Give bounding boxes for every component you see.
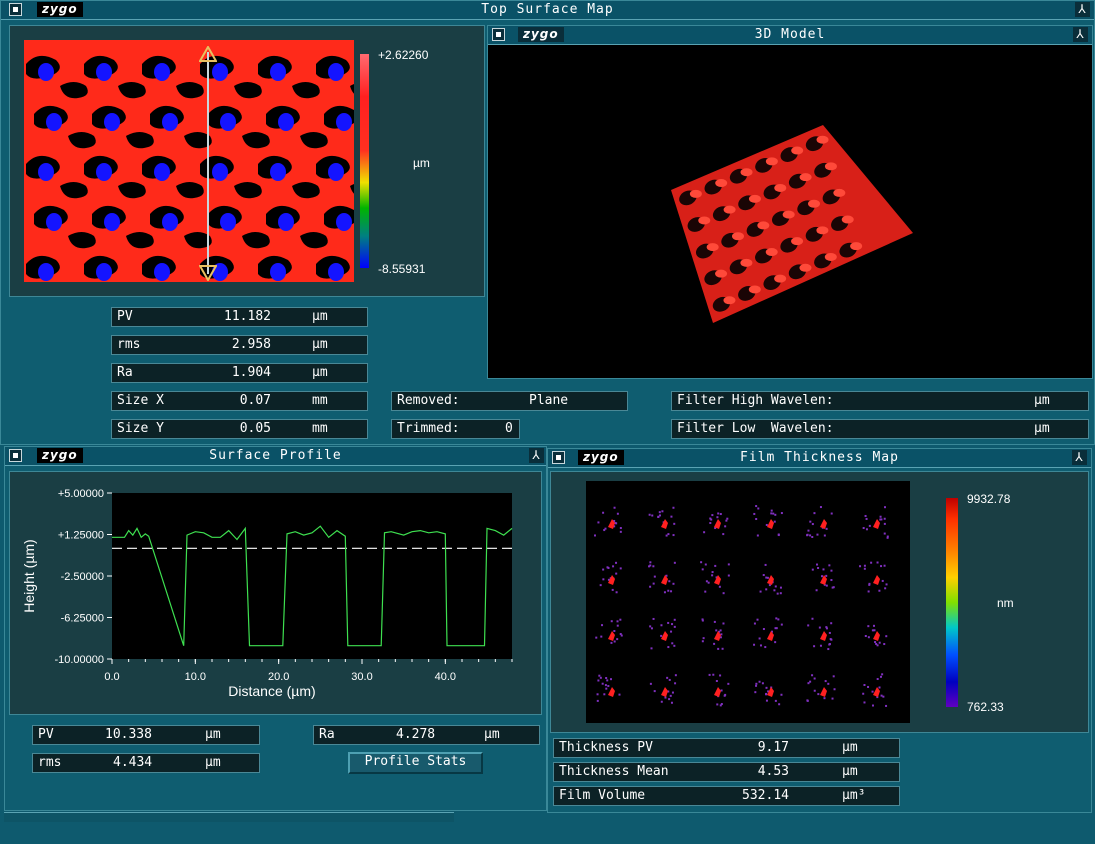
pin-icon[interactable]: ⅄ [529,448,544,463]
zygo-logo: zygo [578,450,624,465]
profile-end-marker-icon[interactable] [199,265,217,281]
y-tick-label: +1.25000 [58,530,104,542]
pin-icon[interactable]: ⅄ [1072,450,1087,465]
pin-icon[interactable]: ⅄ [1075,2,1090,17]
window-title: Film Thickness Map [740,450,899,465]
colorbar-max-label: +2.62260 [378,48,429,62]
x-tick-label: 20.0 [268,671,289,683]
surface-stat-size-x: Size X 0.07 mm [111,391,368,411]
surface-map-image[interactable] [24,40,354,282]
filter-high-field: Filter High Wavelen: µm [671,391,1089,411]
surface-colorbar [360,54,369,268]
pin-icon[interactable]: ⅄ [1073,27,1088,42]
film-map-image[interactable] [586,481,910,723]
close-icon[interactable] [9,3,22,16]
y-tick-label: -6.25000 [61,613,104,625]
profile-line[interactable] [207,52,209,274]
surface-stat-size-y: Size Y 0.05 mm [111,419,368,439]
film-colorbar-min-label: 762.33 [967,700,1004,714]
3d-surface-render[interactable] [488,45,1092,377]
film-map-svg [594,505,889,707]
colorbar-unit-label: µm [413,156,430,170]
x-tick-label: 0.0 [104,671,119,683]
film-thickness-titlebar[interactable]: zygo Film Thickness Map ⅄ [548,449,1091,468]
zygo-logo: zygo [37,448,83,463]
y-tick-label: -10.00000 [54,654,104,666]
y-tick-label: -2.50000 [61,571,104,583]
x-tick-label: 10.0 [185,671,206,683]
y-tick-label: +5.00000 [58,488,104,500]
zygo-logo: zygo [37,2,83,17]
profile-stats-button[interactable]: Profile Stats [348,752,483,774]
surface-stat-pv: PV 11.182 µm [111,307,368,327]
close-icon[interactable] [552,451,565,464]
film-colorbar-unit-label: nm [997,596,1014,610]
profile-rms-field: rms 4.434 µm [32,753,260,773]
close-icon[interactable] [9,449,22,462]
film-stat-thickness-mean: Thickness Mean 4.53 µm [553,762,900,782]
surface-map-svg [24,40,354,282]
filter-low-field: Filter Low Wavelen: µm [671,419,1089,439]
film-map-panel: 9932.78 nm 762.33 [550,471,1089,733]
removed-field: Removed: Plane [391,391,628,411]
plot-area [112,493,512,659]
film-stat-thickness-pv: Thickness PV 9.17 µm [553,738,900,758]
profile-chart[interactable]: +5.00000 +1.25000 -2.50000 -6.25000 -10.0000… [10,472,541,714]
top-surface-map-titlebar[interactable]: zygo Top Surface Map ⅄ [1,1,1094,20]
film-colorbar-max-label: 9932.78 [967,492,1011,506]
surface-stat-rms: rms 2.958 µm [111,335,368,355]
profile-start-marker-icon[interactable] [199,46,217,62]
window-title: Surface Profile [209,448,342,463]
top-surface-map-window: zygo Top Surface Map ⅄ +2.62260 µm -8.55… [0,0,1095,445]
surface-map-panel: +2.62260 µm -8.55931 [9,25,485,297]
profile-pv-field: PV 10.338 µm [32,725,260,745]
window-title: 3D Model [754,27,826,42]
profile-ra-field: Ra 4.278 µm [313,725,540,745]
y-axis-label: Height (µm) [21,539,37,612]
surface-profile-titlebar[interactable]: zygo Surface Profile ⅄ [5,447,546,466]
window-title: Top Surface Map [481,2,614,17]
profile-chart-panel: +5.00000 +1.25000 -2.50000 -6.25000 -10.0000… [9,471,542,715]
3d-model-titlebar[interactable]: zygo 3D Model ⅄ [488,26,1092,45]
surface-profile-window: zygo Surface Profile ⅄ +5.00000 +1.25000 -… [4,446,547,811]
zygo-logo: zygo [518,27,564,42]
colorbar-min-label: -8.55931 [378,262,426,276]
close-icon[interactable] [492,28,505,41]
surface-stat-ra: Ra 1.904 µm [111,363,368,383]
3d-model-window: zygo 3D Model ⅄ [487,25,1093,379]
x-axis-label: Distance (µm) [228,683,315,699]
film-colorbar [946,498,958,707]
x-tick-label: 40.0 [435,671,456,683]
x-tick-label: 30.0 [351,671,372,683]
film-thickness-window: zygo Film Thickness Map ⅄ 9932.78 nm 762… [547,448,1092,813]
trimmed-field: Trimmed: 0 [391,419,520,439]
film-stat-film-volume: Film Volume 532.14 µm³ [553,786,900,806]
